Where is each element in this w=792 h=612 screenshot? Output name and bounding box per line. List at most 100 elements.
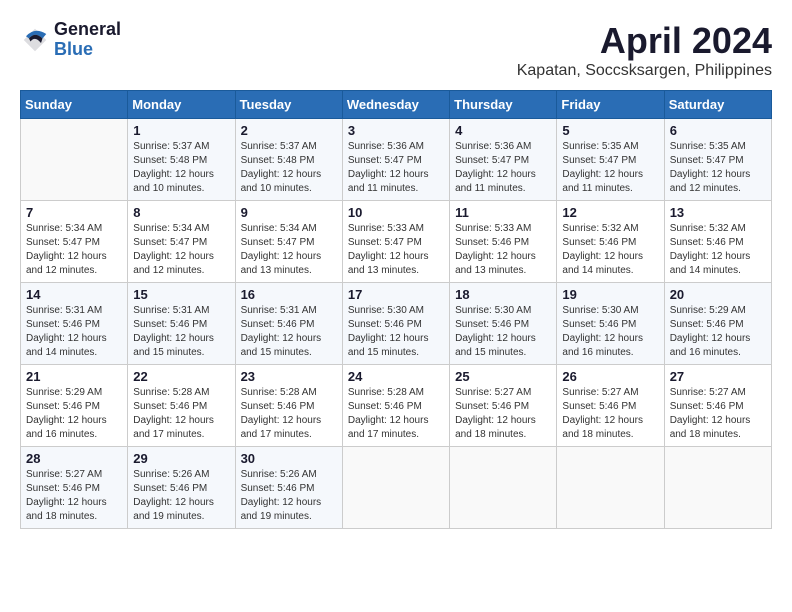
day-number: 17 [348,287,444,302]
day-number: 16 [241,287,337,302]
calendar-cell [664,447,771,529]
calendar-cell: 10 Sunrise: 5:33 AM Sunset: 5:47 PM Dayli… [342,201,449,283]
day-info: Sunrise: 5:34 AM Sunset: 5:47 PM Dayligh… [241,222,337,278]
day-info: Sunrise: 5:27 AM Sunset: 5:46 PM Dayligh… [562,386,658,442]
calendar-cell: 15 Sunrise: 5:31 AM Sunset: 5:46 PM Dayli… [128,283,235,365]
month-title: April 2024 [517,20,772,62]
day-number: 15 [133,287,229,302]
day-number: 20 [670,287,766,302]
day-number: 1 [133,123,229,138]
day-info: Sunrise: 5:36 AM Sunset: 5:47 PM Dayligh… [348,140,444,196]
day-number: 30 [241,451,337,466]
calendar-cell [21,119,128,201]
day-info: Sunrise: 5:34 AM Sunset: 5:47 PM Dayligh… [133,222,229,278]
calendar-week-row: 28 Sunrise: 5:27 AM Sunset: 5:46 PM Dayli… [21,447,772,529]
calendar-cell: 19 Sunrise: 5:30 AM Sunset: 5:46 PM Dayli… [557,283,664,365]
calendar-cell: 23 Sunrise: 5:28 AM Sunset: 5:46 PM Dayli… [235,365,342,447]
day-number: 29 [133,451,229,466]
calendar-cell: 12 Sunrise: 5:32 AM Sunset: 5:46 PM Dayli… [557,201,664,283]
calendar-cell: 28 Sunrise: 5:27 AM Sunset: 5:46 PM Dayli… [21,447,128,529]
calendar-cell: 2Sunrise: 5:37 AM Sunset: 5:48 PM Daylig… [235,119,342,201]
logo-text: General Blue [54,20,121,60]
day-info: Sunrise: 5:30 AM Sunset: 5:46 PM Dayligh… [348,304,444,360]
day-number: 10 [348,205,444,220]
day-number: 21 [26,369,122,384]
calendar-cell: 6Sunrise: 5:35 AM Sunset: 5:47 PM Daylig… [664,119,771,201]
calendar-cell: 9Sunrise: 5:34 AM Sunset: 5:47 PM Daylig… [235,201,342,283]
day-number: 23 [241,369,337,384]
calendar-week-row: 14 Sunrise: 5:31 AM Sunset: 5:46 PM Dayli… [21,283,772,365]
calendar-cell: 13 Sunrise: 5:32 AM Sunset: 5:46 PM Dayli… [664,201,771,283]
logo-icon [20,25,50,55]
calendar-cell: 11 Sunrise: 5:33 AM Sunset: 5:46 PM Dayli… [450,201,557,283]
calendar-cell: 14 Sunrise: 5:31 AM Sunset: 5:46 PM Dayli… [21,283,128,365]
day-number: 2 [241,123,337,138]
calendar-cell: 20Sunrise: 5:29 AM Sunset: 5:46 PM Dayli… [664,283,771,365]
day-number: 4 [455,123,551,138]
calendar-cell [450,447,557,529]
day-info: Sunrise: 5:33 AM Sunset: 5:46 PM Dayligh… [455,222,551,278]
calendar-cell: 16 Sunrise: 5:31 AM Sunset: 5:46 PM Dayli… [235,283,342,365]
logo-blue: Blue [54,40,121,60]
day-info: Sunrise: 5:32 AM Sunset: 5:46 PM Dayligh… [562,222,658,278]
calendar-table: SundayMondayTuesdayWednesdayThursdayFrid… [20,90,772,529]
weekday-header: Saturday [664,91,771,119]
weekday-header: Wednesday [342,91,449,119]
page-header: General Blue April 2024 Kapatan, Soccsks… [20,20,772,80]
day-info: Sunrise: 5:27 AM Sunset: 5:46 PM Dayligh… [26,468,122,524]
day-info: Sunrise: 5:31 AM Sunset: 5:46 PM Dayligh… [133,304,229,360]
calendar-cell [342,447,449,529]
title-area: April 2024 Kapatan, Soccsksargen, Philip… [517,20,772,80]
day-number: 12 [562,205,658,220]
weekday-header: Thursday [450,91,557,119]
day-info: Sunrise: 5:31 AM Sunset: 5:46 PM Dayligh… [26,304,122,360]
calendar-week-row: 7Sunrise: 5:34 AM Sunset: 5:47 PM Daylig… [21,201,772,283]
day-number: 3 [348,123,444,138]
calendar-week-row: 21Sunrise: 5:29 AM Sunset: 5:46 PM Dayli… [21,365,772,447]
calendar-cell: 4Sunrise: 5:36 AM Sunset: 5:47 PM Daylig… [450,119,557,201]
day-info: Sunrise: 5:33 AM Sunset: 5:47 PM Dayligh… [348,222,444,278]
day-info: Sunrise: 5:28 AM Sunset: 5:46 PM Dayligh… [133,386,229,442]
calendar-cell: 25 Sunrise: 5:27 AM Sunset: 5:46 PM Dayli… [450,365,557,447]
calendar-cell: 29 Sunrise: 5:26 AM Sunset: 5:46 PM Dayli… [128,447,235,529]
logo: General Blue [20,20,121,60]
day-info: Sunrise: 5:31 AM Sunset: 5:46 PM Dayligh… [241,304,337,360]
day-number: 8 [133,205,229,220]
calendar-cell: 8 Sunrise: 5:34 AM Sunset: 5:47 PM Daylig… [128,201,235,283]
calendar-cell: 17 Sunrise: 5:30 AM Sunset: 5:46 PM Dayli… [342,283,449,365]
day-info: Sunrise: 5:26 AM Sunset: 5:46 PM Dayligh… [241,468,337,524]
calendar-cell [557,447,664,529]
day-info: Sunrise: 5:30 AM Sunset: 5:46 PM Dayligh… [455,304,551,360]
calendar-cell: 26Sunrise: 5:27 AM Sunset: 5:46 PM Dayli… [557,365,664,447]
weekday-header: Tuesday [235,91,342,119]
day-number: 24 [348,369,444,384]
day-number: 5 [562,123,658,138]
day-info: Sunrise: 5:37 AM Sunset: 5:48 PM Dayligh… [133,140,229,196]
day-info: Sunrise: 5:34 AM Sunset: 5:47 PM Dayligh… [26,222,122,278]
calendar-cell: 27Sunrise: 5:27 AM Sunset: 5:46 PM Dayli… [664,365,771,447]
day-number: 18 [455,287,551,302]
calendar-week-row: 1 Sunrise: 5:37 AM Sunset: 5:48 PM Daylig… [21,119,772,201]
day-info: Sunrise: 5:26 AM Sunset: 5:46 PM Dayligh… [133,468,229,524]
day-info: Sunrise: 5:28 AM Sunset: 5:46 PM Dayligh… [241,386,337,442]
weekday-header-row: SundayMondayTuesdayWednesdayThursdayFrid… [21,91,772,119]
calendar-cell: 7Sunrise: 5:34 AM Sunset: 5:47 PM Daylig… [21,201,128,283]
calendar-cell: 1 Sunrise: 5:37 AM Sunset: 5:48 PM Daylig… [128,119,235,201]
day-number: 25 [455,369,551,384]
day-info: Sunrise: 5:27 AM Sunset: 5:46 PM Dayligh… [455,386,551,442]
day-number: 22 [133,369,229,384]
day-info: Sunrise: 5:32 AM Sunset: 5:46 PM Dayligh… [670,222,766,278]
day-number: 14 [26,287,122,302]
day-number: 27 [670,369,766,384]
logo-general: General [54,20,121,40]
calendar-cell: 18 Sunrise: 5:30 AM Sunset: 5:46 PM Dayli… [450,283,557,365]
day-number: 13 [670,205,766,220]
day-number: 28 [26,451,122,466]
day-info: Sunrise: 5:30 AM Sunset: 5:46 PM Dayligh… [562,304,658,360]
weekday-header: Friday [557,91,664,119]
calendar-cell: 30 Sunrise: 5:26 AM Sunset: 5:46 PM Dayli… [235,447,342,529]
day-number: 11 [455,205,551,220]
calendar-cell: 24Sunrise: 5:28 AM Sunset: 5:46 PM Dayli… [342,365,449,447]
day-info: Sunrise: 5:35 AM Sunset: 5:47 PM Dayligh… [670,140,766,196]
day-number: 19 [562,287,658,302]
